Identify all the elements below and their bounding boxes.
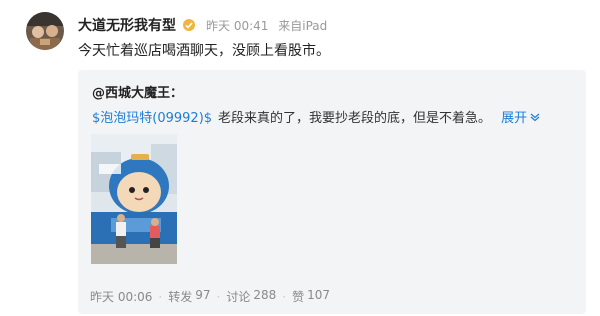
quoted-author[interactable]: @西城大魔王： — [92, 82, 183, 101]
comment-count: 288 — [253, 288, 277, 302]
author-name[interactable]: 大道无形我有型 — [78, 15, 176, 35]
expand-label: 展开 — [501, 111, 528, 126]
like-stat[interactable]: 赞 107 — [292, 288, 330, 305]
post-header: 大道无形我有型 昨天 00:41 来自iPad — [78, 14, 333, 36]
quoted-photo[interactable] — [91, 134, 177, 264]
avatar[interactable] — [26, 12, 64, 50]
quoted-text: $泡泡玛特(09992)$ 老段来真的了，我要抄老段的底，但是不着急。 展开 — [92, 107, 540, 126]
repost-label: 转发 — [168, 290, 193, 304]
expand-button[interactable]: 展开 — [501, 107, 540, 126]
chevron-down-icon — [530, 113, 540, 121]
repost-count: 97 — [195, 288, 211, 302]
comment-label: 讨论 — [226, 290, 251, 304]
like-count: 107 — [307, 288, 331, 302]
quoted-time[interactable]: 昨天 00:06 — [90, 288, 152, 305]
stock-tag-link[interactable]: $泡泡玛特(09992)$ — [92, 107, 212, 126]
quoted-body: 老段来真的了，我要抄老段的底，但是不着急。 — [218, 111, 492, 126]
comment-stat[interactable]: 讨论 288 — [226, 288, 276, 305]
repost-stat[interactable]: 转发 97 — [168, 288, 210, 305]
quoted-post[interactable]: @西城大魔王： $泡泡玛特(09992)$ 老段来真的了，我要抄老段的底，但是不… — [78, 70, 586, 314]
post-meta: 昨天 00:41 来自iPad — [206, 17, 333, 34]
post-time[interactable]: 昨天 00:41 — [206, 19, 268, 33]
quoted-footer: 昨天 00:06 · 转发 97 · 讨论 288 · 赞 107 — [90, 288, 330, 305]
like-label: 赞 — [292, 290, 305, 304]
divider: · — [158, 289, 163, 304]
post-text: 今天忙着巡店喝酒聊天，没顾上看股市。 — [78, 43, 330, 59]
divider: · — [216, 289, 221, 304]
post-source: 来自iPad — [278, 18, 328, 33]
gold-badge-icon — [182, 18, 196, 32]
divider: · — [282, 289, 287, 304]
